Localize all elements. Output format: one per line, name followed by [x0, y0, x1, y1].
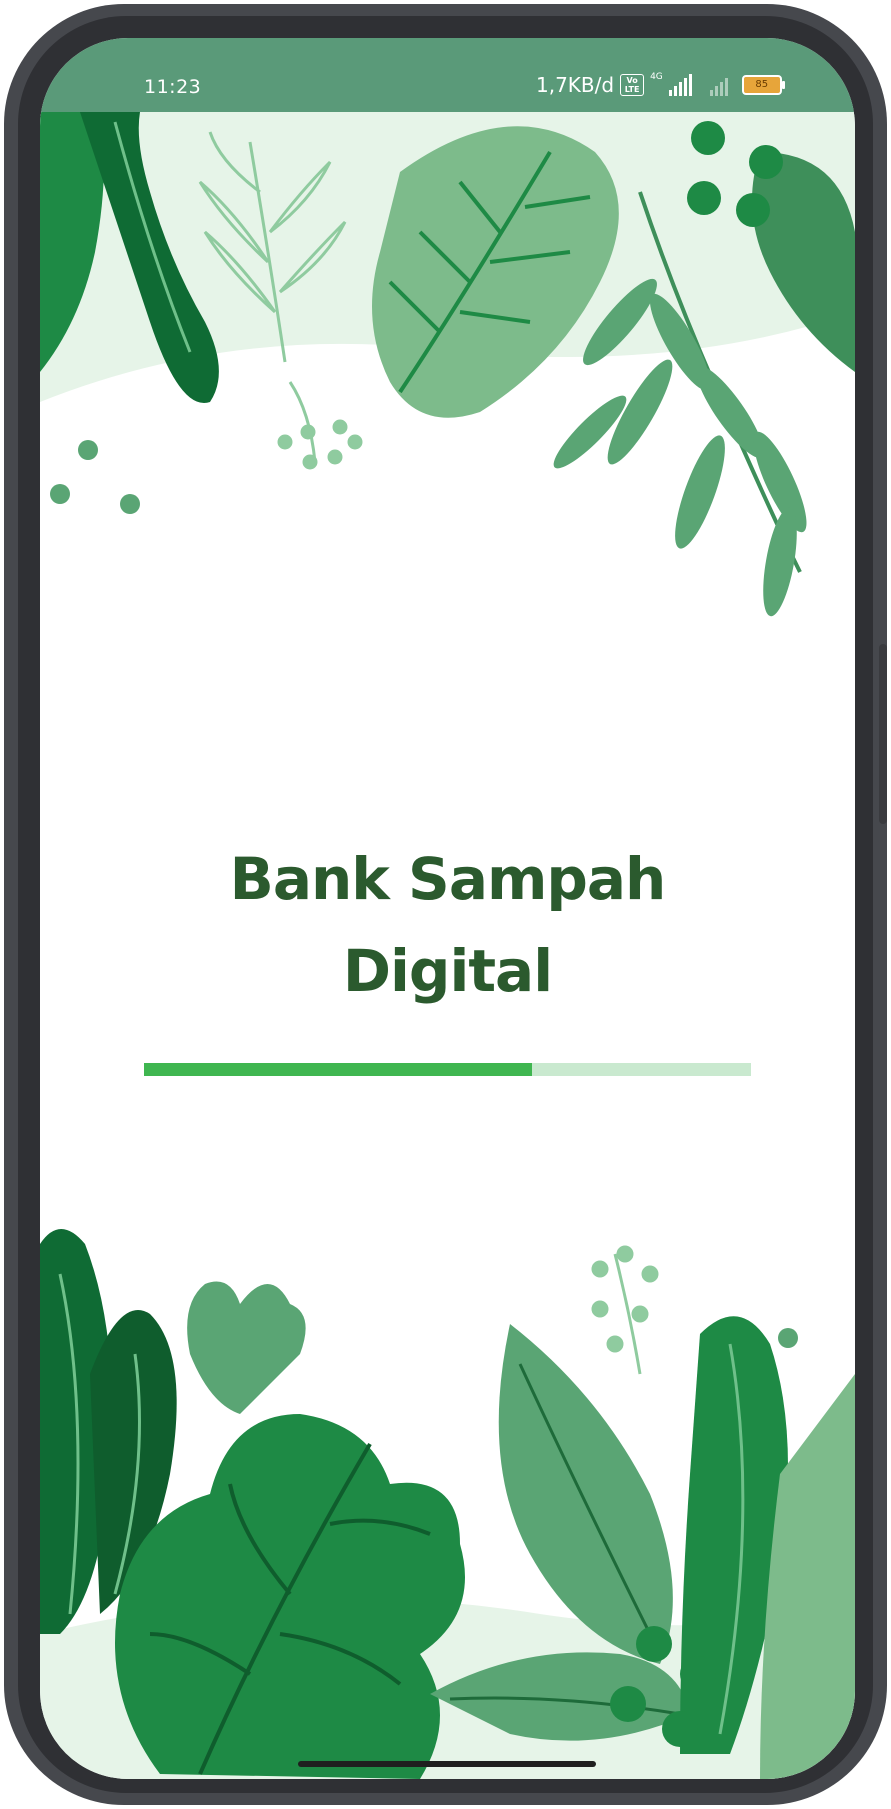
leaves-top-illustration	[40, 112, 855, 617]
loading-progress-bar	[144, 1063, 751, 1076]
status-bar: 11:23 1,7KB/d Vo LTE 4G 85	[40, 38, 855, 112]
volte-icon: Vo LTE	[620, 74, 645, 96]
status-time: 11:23	[144, 76, 202, 98]
app-title-line2: Digital	[342, 937, 553, 1005]
home-indicator[interactable]	[298, 1761, 596, 1767]
volte-top-label: Vo	[626, 76, 638, 85]
leaves-bottom-illustration	[40, 1229, 855, 1779]
phone-side-button	[879, 644, 887, 824]
signal-icon	[668, 74, 692, 96]
status-indicators: 1,7KB/d Vo LTE 4G 85	[536, 70, 785, 100]
battery-icon: 85	[741, 75, 785, 95]
network-speed: 1,7KB/d	[536, 73, 615, 97]
signal-secondary-icon	[709, 74, 728, 96]
battery-level: 85	[755, 79, 769, 90]
screen: 11:23 1,7KB/d Vo LTE 4G 85 Bank Sampah D…	[40, 38, 855, 1779]
app-title-line1: Bank Sampah	[229, 845, 667, 913]
volte-bottom-label: LTE	[624, 85, 640, 94]
network-type: 4G	[650, 72, 663, 82]
phone-frame: 11:23 1,7KB/d Vo LTE 4G 85 Bank Sampah D…	[4, 4, 887, 1805]
loading-progress-fill	[144, 1063, 533, 1076]
app-title: Bank Sampah Digital	[40, 833, 855, 1017]
